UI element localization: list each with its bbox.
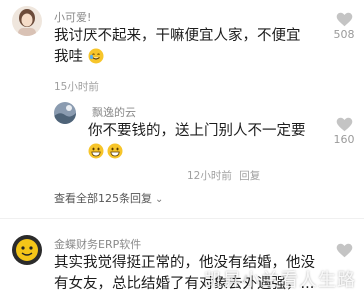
view-all-replies-link[interactable]: 查看全部125条回复 ⌄ xyxy=(54,190,163,206)
like-button[interactable]: 508 xyxy=(331,12,357,41)
comment-username[interactable]: 金蝶财务ERP软件 xyxy=(54,236,141,252)
grinning-face-emoji xyxy=(88,143,104,159)
heart-icon xyxy=(336,12,352,27)
avatar[interactable] xyxy=(12,6,42,36)
comment-time: 15小时前 xyxy=(54,81,99,93)
watermark: 凯昇小兰看人生路 xyxy=(204,270,356,291)
reply-text: 你不要钱的，送上门别人不一定要 xyxy=(88,121,318,163)
like-count: 160 xyxy=(333,133,355,146)
reply-button[interactable]: 回复 xyxy=(239,170,260,182)
reply-time: 12小时前 xyxy=(187,170,232,182)
view-all-replies-label: 查看全部125条回复 xyxy=(54,192,152,205)
heart-icon xyxy=(336,117,352,132)
avatar[interactable] xyxy=(54,102,76,124)
grinning-face-emoji xyxy=(107,143,123,159)
chevron-down-icon: ⌄ xyxy=(155,194,164,205)
like-count: 508 xyxy=(333,28,355,41)
comment-text: 我讨厌不起来，干嘛便宜人家，不便宜我哇 xyxy=(54,26,312,68)
comment-username[interactable]: 小可爱! xyxy=(54,9,91,25)
avatar[interactable] xyxy=(12,235,42,265)
like-button[interactable] xyxy=(331,243,357,258)
comment-item: 小可爱! 我讨厌不起来，干嘛便宜人家，不便宜我哇 15小时前 508 xyxy=(0,0,364,95)
like-button[interactable]: 160 xyxy=(331,117,357,146)
heart-icon xyxy=(336,243,352,258)
avatar-image xyxy=(54,102,76,124)
reply-item: 飘逸的云 你不要钱的，送上门别人不一定要 12小时前 回复 160 xyxy=(0,95,364,185)
reply-meta: 12小时前 回复 xyxy=(187,168,260,183)
avatar-image xyxy=(12,6,42,36)
reply-username[interactable]: 飘逸的云 xyxy=(92,104,136,120)
smiling-face-with-tear-emoji xyxy=(88,48,104,64)
divider xyxy=(0,218,364,219)
avatar-image xyxy=(12,235,42,265)
reply-text-content: 你不要钱的，送上门别人不一定要 xyxy=(88,123,306,139)
